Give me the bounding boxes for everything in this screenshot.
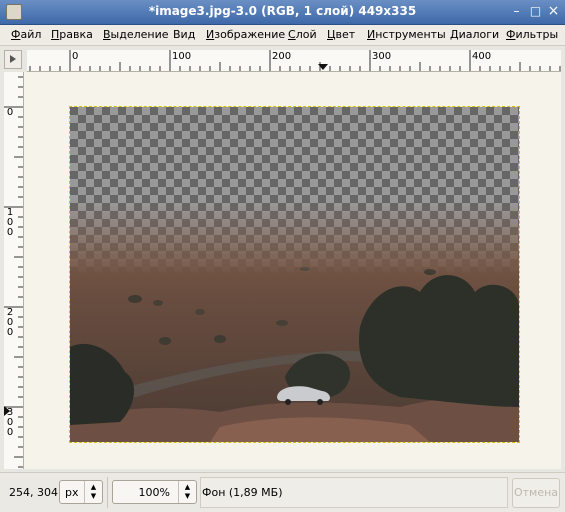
zoom-value: 100% — [138, 486, 170, 499]
menu-file[interactable]: Файл — [11, 28, 41, 41]
vertical-ruler[interactable]: 0 1 0 0 2 0 0 3 0 0 — [4, 72, 24, 469]
title-bar[interactable]: *image3.jpg-3.0 (RGB, 1 слой) 449x335 – … — [0, 0, 565, 25]
menu-dialogs[interactable]: Диалоги — [450, 28, 499, 41]
horizontal-ruler[interactable]: 0 100 200 300 400 — [27, 50, 561, 72]
image-canvas[interactable] — [69, 106, 520, 443]
menu-filters[interactable]: Фильтры — [506, 28, 558, 41]
window-title: *image3.jpg-3.0 (RGB, 1 слой) 449x335 — [148, 4, 417, 18]
scroll-edge — [561, 50, 565, 470]
ruler-label: 100 — [172, 51, 192, 62]
spin-arrows-icon[interactable]: ▲ ▼ — [178, 481, 196, 503]
ruler-label: 0 — [72, 51, 79, 62]
unit-value: px — [65, 486, 79, 499]
cancel-button[interactable]: Отмена — [512, 478, 560, 508]
landscape-photo — [70, 107, 519, 442]
menu-edit[interactable]: Правка — [51, 28, 93, 41]
menu-layer[interactable]: Слой — [288, 28, 317, 41]
triangle-icon — [10, 55, 16, 63]
close-button[interactable]: × — [546, 4, 561, 19]
layer-info: Фон (1,89 МБ) — [202, 486, 283, 499]
pointer-coordinates: 254, 304 — [9, 486, 58, 499]
ruler-label: 0 — [6, 107, 14, 118]
separator — [107, 477, 108, 508]
menu-view[interactable]: Вид — [173, 28, 195, 41]
maximize-button[interactable]: □ — [528, 4, 543, 19]
menu-select[interactable]: Выделение — [103, 28, 169, 41]
minimize-button[interactable]: – — [509, 4, 524, 19]
status-bar: 254, 304 px ▲ ▼ 100% ▲ ▼ Фон (1,89 МБ) Отм… — [0, 472, 565, 512]
navigate-button[interactable] — [4, 50, 22, 69]
zoom-selector[interactable]: 100% ▲ ▼ — [112, 480, 197, 504]
ruler-label: 200 — [272, 51, 292, 62]
ruler-label: 0 — [6, 227, 14, 238]
menu-tools[interactable]: Инструменты — [367, 28, 446, 41]
canvas-area[interactable] — [24, 72, 561, 469]
menu-colors[interactable]: Цвет — [327, 28, 355, 41]
ruler-label: 0 — [6, 427, 14, 438]
menubar: Файл Правка Выделение Вид Изображение Сл… — [0, 25, 565, 46]
unit-selector[interactable]: px ▲ ▼ — [59, 480, 103, 504]
menu-image[interactable]: Изображение — [206, 28, 285, 41]
ruler-label: 300 — [372, 51, 392, 62]
ruler-label: 0 — [6, 327, 14, 338]
ruler-label: 400 — [472, 51, 492, 62]
spin-arrows-icon[interactable]: ▲ ▼ — [84, 481, 102, 503]
